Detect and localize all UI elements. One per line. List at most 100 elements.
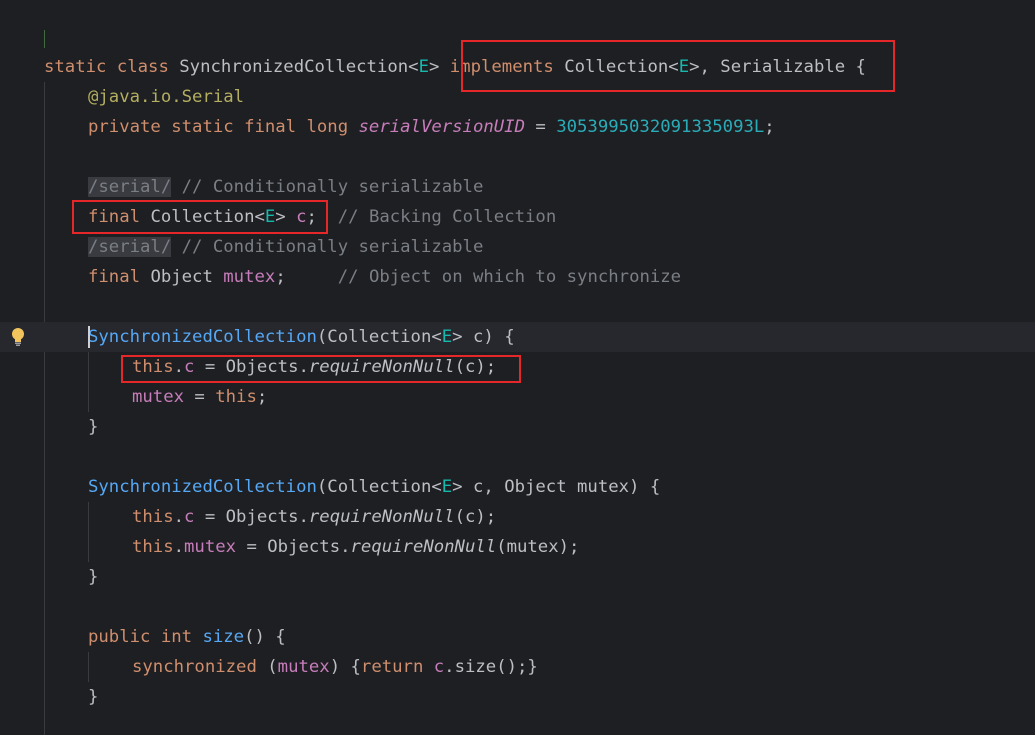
code-token: // Conditionally serializable [171,177,484,197]
code-token: this [132,507,174,527]
code-text: /serial/ // Conditionally serializable [88,172,483,202]
code-token: E [264,207,276,227]
code-token: c [433,657,445,677]
code-token: requireNonNull [308,357,455,377]
code-token: ; [764,117,775,137]
code-token: E [441,327,453,347]
code-token: = Objects. [236,537,351,557]
code-line[interactable]: SynchronizedCollection(Collection<E> c, … [0,472,1035,502]
code-token: return [360,657,434,677]
code-token: // Backing Collection [337,207,557,227]
code-line[interactable]: } [0,562,1035,592]
code-line[interactable]: private static final long serialVersionU… [0,112,1035,142]
code-token: > [275,207,297,227]
code-token: E [418,57,429,77]
code-line[interactable]: synchronized (mutex) {return c.size();} [0,652,1035,682]
code-token: ; [275,267,338,287]
code-line[interactable]: mutex = this; [0,382,1035,412]
code-token: size [202,627,245,647]
code-line[interactable]: final Object mutex; // Object on which t… [0,262,1035,292]
code-token: ; [256,387,268,407]
code-line[interactable]: this.mutex = Objects.requireNonNull(mute… [0,532,1035,562]
code-token: final [88,207,151,227]
code-line[interactable] [0,22,1035,52]
code-token: Collection< [150,207,265,227]
code-token: SynchronizedCollection [88,477,317,497]
code-token: (c); [454,507,497,527]
code-text: SynchronizedCollection(Collection<E> c, … [88,472,660,502]
code-token: implements [449,57,565,77]
code-token: = [184,387,216,407]
code-text: } [88,682,98,712]
code-token: ; [306,207,338,227]
code-token: = [524,117,557,137]
code-token: mutex [277,657,330,677]
code-text: this.c = Objects.requireNonNull(c); [132,352,496,382]
code-line[interactable]: } [0,412,1035,442]
code-token: synchronized [132,657,268,677]
code-line[interactable]: static class SynchronizedCollection<E> i… [0,52,1035,82]
code-token: mutex [132,387,185,407]
code-token: // Object on which to synchronize [337,267,682,287]
code-text: this.mutex = Objects.requireNonNull(mute… [132,532,579,562]
code-line[interactable] [0,442,1035,472]
code-token: mutex [223,267,276,287]
code-token: ) { [329,657,361,677]
code-token: this [132,357,174,377]
code-token: Object [150,267,224,287]
code-editor[interactable]: static class SynchronizedCollection<E> i… [0,0,1035,735]
code-token: static class [44,57,180,77]
code-token: serialVersionUID [358,117,525,137]
code-line[interactable]: } [0,682,1035,712]
code-line[interactable]: /serial/ // Conditionally serializable [0,232,1035,262]
code-text: final Object mutex; // Object on which t… [88,262,681,292]
code-token: (mutex); [496,537,580,557]
code-line[interactable]: final Collection<E> c; // Backing Collec… [0,202,1035,232]
code-token: > [428,57,450,77]
code-line[interactable] [0,292,1035,322]
code-line[interactable]: @java.io.Serial [0,82,1035,112]
text-caret [88,326,90,348]
code-token: } [88,567,99,587]
code-line[interactable]: this.c = Objects.requireNonNull(c); [0,352,1035,382]
code-token: c [296,207,307,227]
code-token: private static final long [88,117,359,137]
code-token: requireNonNull [350,537,497,557]
code-text: final Collection<E> c; // Backing Collec… [88,202,556,232]
code-text: synchronized (mutex) {return c.size();} [132,652,538,682]
code-text: static class SynchronizedCollection<E> i… [44,52,866,82]
code-token: .size();} [444,657,538,677]
code-token: c [184,507,195,527]
code-token: /serial/ [88,177,172,197]
code-token: (c); [454,357,497,377]
code-token: final [88,267,151,287]
code-line[interactable] [0,142,1035,172]
code-token: } [88,687,99,707]
code-token: E [441,477,453,497]
code-token: SynchronizedCollection< [179,57,419,77]
code-token: this [215,387,257,407]
code-line[interactable] [0,592,1035,622]
code-token: Collection< [564,57,679,77]
lightbulb-icon[interactable] [11,327,25,347]
code-token: . [173,357,185,377]
code-token: public int [88,627,203,647]
code-text: /serial/ // Conditionally serializable [88,232,483,262]
code-token: > c) { [452,327,515,347]
code-token: = Objects. [194,507,309,527]
code-token: Serial [181,87,245,107]
code-text: public int size() { [88,622,286,652]
code-text: } [88,412,98,442]
code-line[interactable]: public int size() { [0,622,1035,652]
code-line[interactable]: SynchronizedCollection(Collection<E> c) … [0,322,1035,352]
code-token: (Collection< [316,327,442,347]
code-line[interactable]: /serial/ // Conditionally serializable [0,172,1035,202]
code-token: . [173,537,185,557]
code-line[interactable]: this.c = Objects.requireNonNull(c); [0,502,1035,532]
code-text: this.c = Objects.requireNonNull(c); [132,502,496,532]
code-token: . [173,507,185,527]
code-text: SynchronizedCollection(Collection<E> c) … [88,322,515,352]
code-token: 3053995032091335093L [556,117,765,137]
code-token: @java.io. [88,87,182,107]
code-token: E [678,57,690,77]
